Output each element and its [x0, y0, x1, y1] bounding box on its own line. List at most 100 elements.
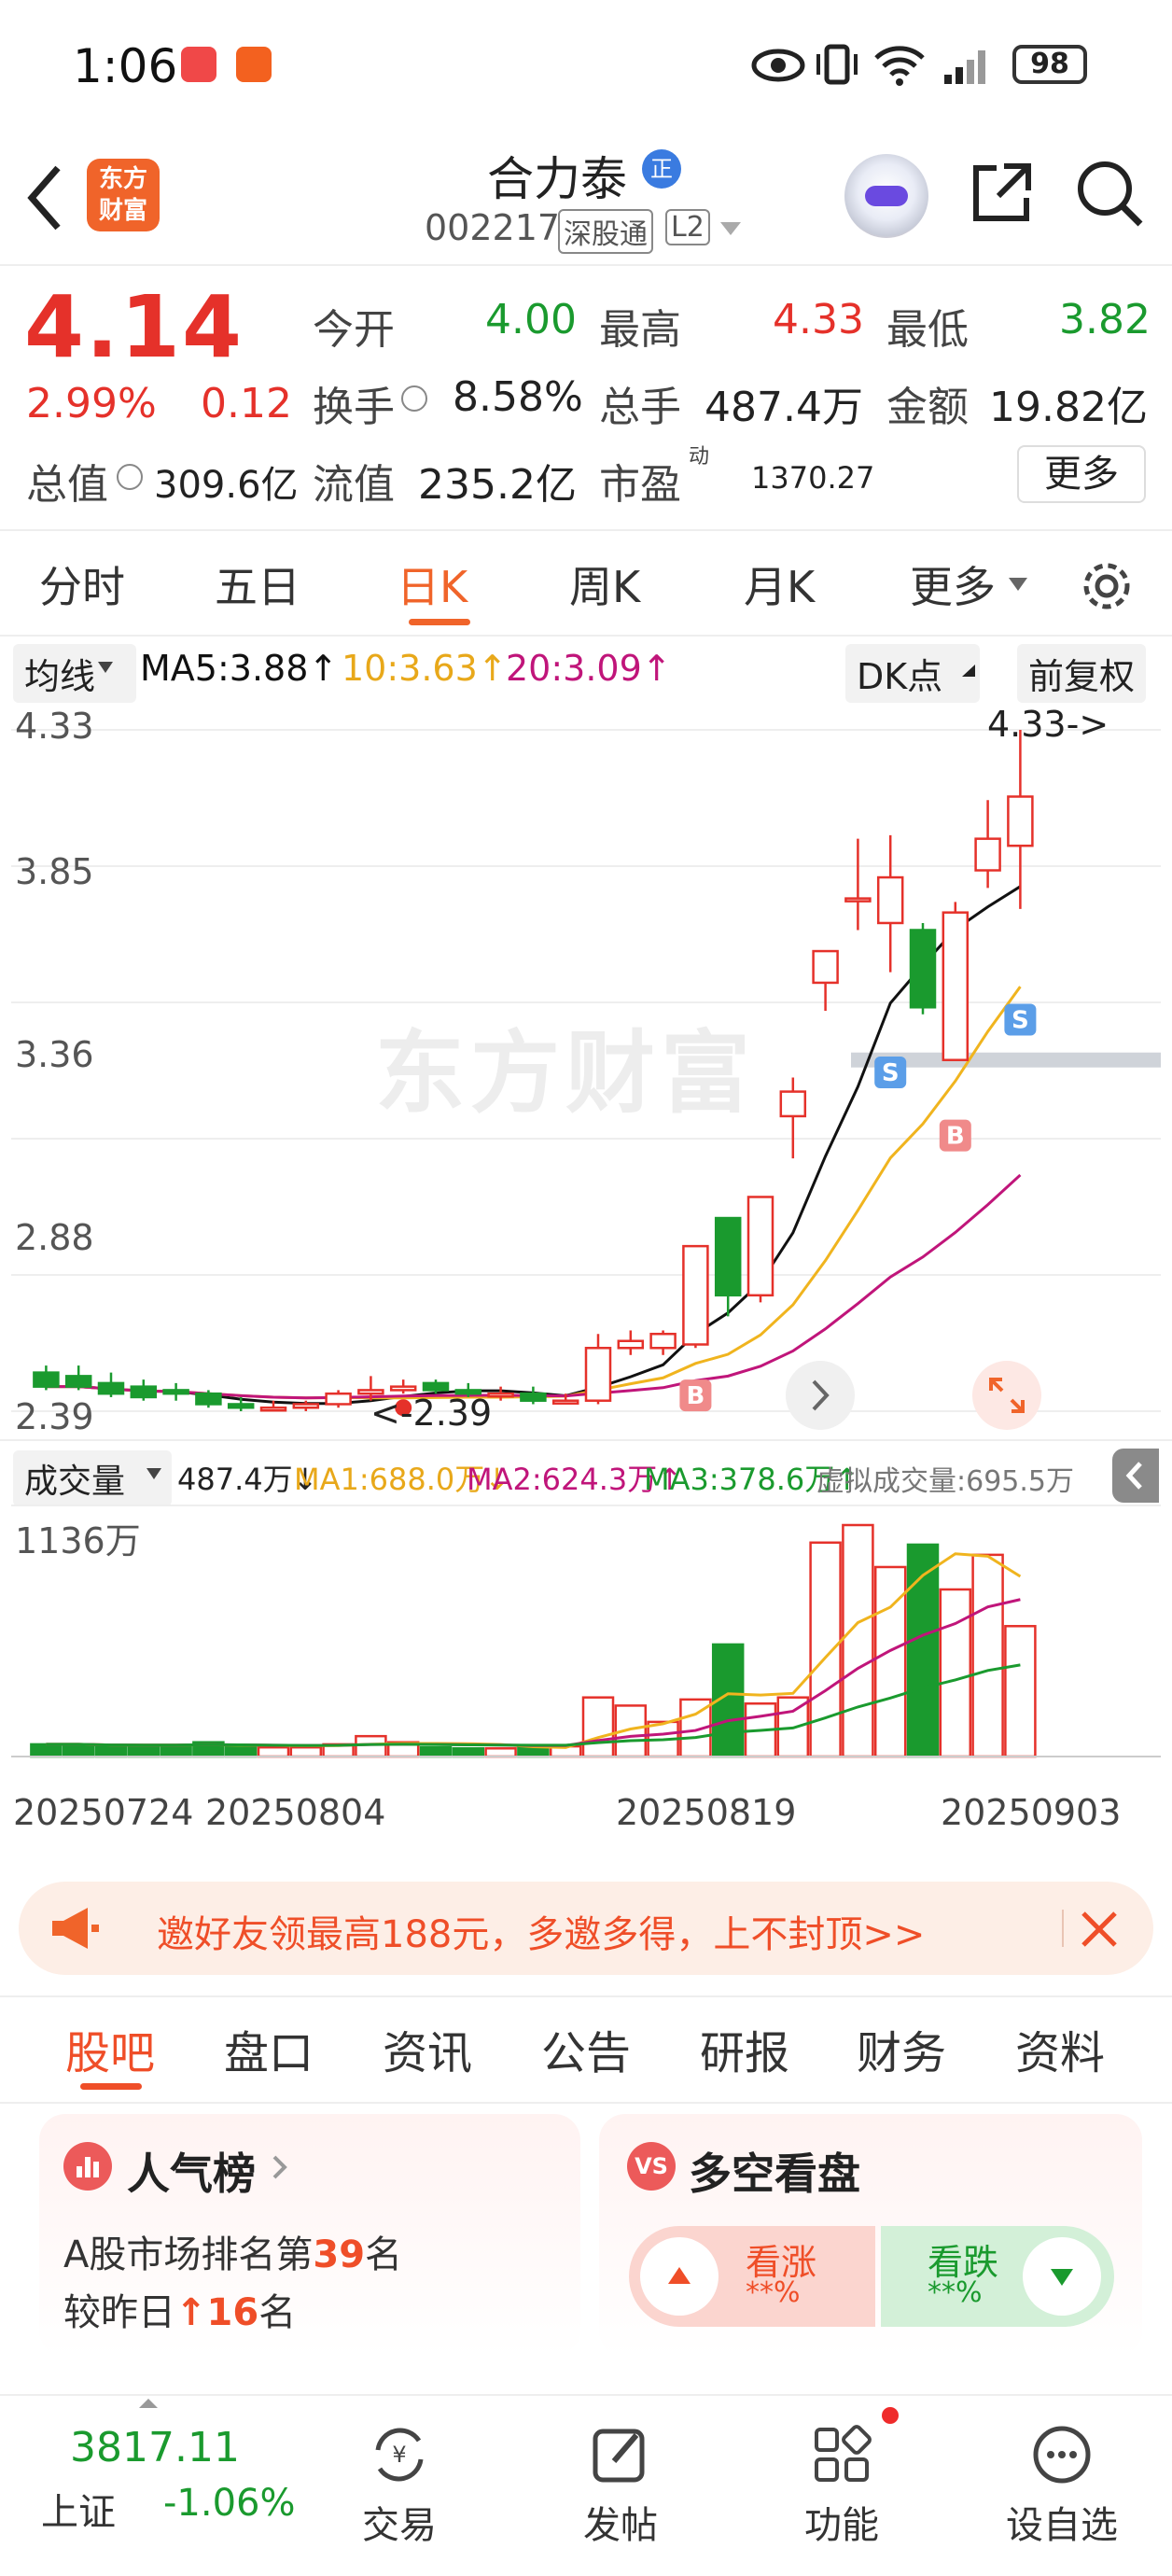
ma5-value: MA5:3.88↑: [140, 648, 339, 689]
info-icon[interactable]: [401, 385, 427, 412]
volume-bar: [127, 1743, 160, 1758]
candle-body: [227, 1403, 255, 1409]
subtab-indicator: [80, 2083, 142, 2090]
open-value: 4.00: [485, 296, 577, 343]
bear-pct: **%: [928, 2276, 983, 2309]
y-tick: 3.85: [15, 851, 94, 892]
dk-point-select[interactable]: DK点: [845, 644, 981, 703]
volume-bar: [484, 1747, 517, 1758]
more-button[interactable]: 更多: [1017, 445, 1146, 503]
candle-body: [1007, 795, 1034, 847]
level-tag: L2: [665, 209, 710, 245]
tab-weekly-k[interactable]: 周K: [569, 553, 640, 615]
ma-select[interactable]: 均线: [13, 644, 137, 703]
trade-marker-label: B: [686, 1382, 705, 1410]
back-icon[interactable]: [21, 161, 67, 235]
high-marker: 4.33->: [987, 704, 1109, 745]
subtab-guba[interactable]: 股吧: [65, 2016, 155, 2081]
stock-header: 东方 财富 合力泰 正 002217 深股通 L2: [0, 131, 1172, 266]
kline-chart[interactable]: B S B S 4.33 3.85 3.36 2.88 2.39 4.33-> <-2…: [11, 702, 1161, 1439]
scroll-right-button[interactable]: [786, 1361, 855, 1430]
change-abs: 0.12: [201, 380, 292, 427]
volume-chart[interactable]: 1136万: [11, 1505, 1161, 1771]
rank-suffix: 名: [365, 2233, 403, 2276]
index-change: -1.06%: [163, 2482, 296, 2525]
volume-bar: [62, 1743, 95, 1758]
ma20-value: 20:3.09↑: [506, 648, 672, 689]
search-icon[interactable]: [1075, 159, 1146, 230]
stock-badge: 正: [642, 149, 681, 189]
candle-body: [64, 1375, 92, 1388]
nav-functions[interactable]: 功能: [767, 2422, 916, 2549]
chevron-down-icon[interactable]: [719, 220, 743, 239]
volume-value: 487.4万: [705, 384, 863, 431]
subtab-profile[interactable]: 资料: [1015, 2016, 1105, 2081]
down-triangle-icon: [1023, 2237, 1101, 2316]
nav-post[interactable]: 发帖: [546, 2422, 695, 2549]
turnover-label: 换手: [313, 384, 395, 431]
share-icon[interactable]: [967, 159, 1036, 228]
low-label: 最低: [886, 306, 969, 354]
close-icon[interactable]: [1078, 1908, 1121, 1951]
divider: [0, 1995, 1172, 1997]
up-triangle-icon: [640, 2237, 719, 2316]
subtab-research[interactable]: 研报: [700, 2016, 789, 2081]
app-logo[interactable]: 东方 财富: [87, 159, 160, 231]
tab-more[interactable]: 更多: [910, 553, 996, 615]
status-time: 1:06: [73, 39, 178, 93]
bear-button[interactable]: 看跌 **%: [881, 2226, 1114, 2327]
tab-indicator: [409, 619, 470, 625]
adjust-select[interactable]: 前复权: [1017, 644, 1147, 703]
more-dots-icon: [1033, 2426, 1091, 2484]
fullscreen-button[interactable]: [972, 1361, 1041, 1430]
subtab-news[interactable]: 资讯: [383, 2016, 472, 2081]
volume-canvas[interactable]: [11, 1506, 1161, 1772]
date-label: 20250804: [205, 1792, 386, 1833]
volume-bar: [355, 1734, 387, 1758]
rank-change: 16: [206, 2291, 259, 2334]
bull-button[interactable]: 看涨 **%: [629, 2226, 875, 2327]
bull-bear-card[interactable]: VS 多空看盘 看涨 **% 看跌 **%: [599, 2114, 1142, 2357]
nav-add-watchlist[interactable]: 设自选: [987, 2422, 1137, 2549]
date-label: 20250903: [941, 1792, 1122, 1833]
popularity-card[interactable]: 人气榜 A股市场排名第39名 较昨日↑16名: [39, 2114, 580, 2357]
tab-intraday[interactable]: 分时: [39, 553, 125, 615]
candle-body: [162, 1389, 189, 1395]
info-icon[interactable]: [117, 464, 143, 490]
amount-value: 19.82亿: [989, 384, 1148, 431]
volume-bar: [94, 1744, 128, 1758]
candle-body: [325, 1392, 352, 1406]
tab-5day[interactable]: 五日: [215, 553, 300, 615]
app-notification-icon: [236, 47, 272, 82]
candle-body: [33, 1371, 60, 1388]
subtab-financials[interactable]: 财务: [857, 2016, 946, 2081]
assistant-avatar[interactable]: [844, 154, 928, 238]
volume-ma-line: [46, 1598, 1021, 1747]
tab-monthly-k[interactable]: 月K: [744, 553, 815, 615]
collapse-panel-button[interactable]: [1112, 1449, 1159, 1503]
nav-trade-label: 交易: [362, 2504, 437, 2547]
subtab-announcements[interactable]: 公告: [541, 2016, 631, 2081]
virtual-volume: 虚拟成交量:695.5万: [816, 1465, 1074, 1498]
turnover-value: 8.58%: [453, 373, 583, 421]
volume-bar: [160, 1743, 192, 1758]
battery-icon: 98: [1012, 45, 1087, 84]
app-notification-icon: [181, 47, 216, 82]
index-value[interactable]: 3817.11: [70, 2424, 240, 2471]
corner-caret-icon: [962, 665, 975, 677]
subtab-orderbook[interactable]: 盘口: [224, 2016, 314, 2081]
trade-marker-label: S: [882, 1059, 900, 1087]
gear-icon[interactable]: [1078, 557, 1136, 615]
candle-body: [130, 1385, 158, 1399]
promo-banner[interactable]: 邀好友领最高188元，多邀多得，上不封顶>>: [19, 1882, 1153, 1975]
watermark: 东方财富: [375, 1021, 756, 1126]
apps-icon: [815, 2425, 872, 2482]
tab-daily-k[interactable]: 日K: [397, 553, 467, 615]
ma20-line: [46, 1173, 1022, 1400]
volume-bar: [842, 1523, 874, 1758]
rank-prefix: A股市场排名第: [63, 2233, 314, 2276]
divider: [1062, 1910, 1064, 1947]
nav-trade[interactable]: ¥ 交易: [325, 2422, 474, 2549]
edit-icon: [593, 2429, 645, 2483]
divider: [0, 2102, 1172, 2104]
